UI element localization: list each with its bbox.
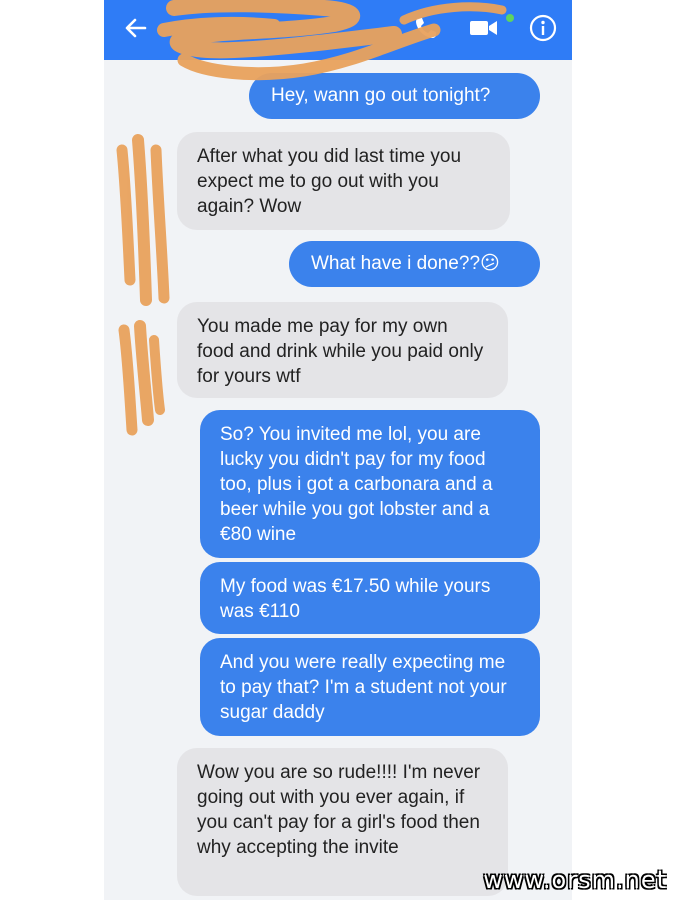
message-outgoing: My food was €17.50 while yours was €110 xyxy=(200,562,540,634)
message-outgoing: And you were really expecting me to pay … xyxy=(200,638,540,736)
message-outgoing: Hey, wann go out tonight? xyxy=(249,73,540,119)
message-outgoing: So? You invited me lol, you are lucky yo… xyxy=(200,410,540,558)
phone-icon xyxy=(416,18,436,38)
message-incoming: You made me pay for my own food and drin… xyxy=(177,302,508,398)
info-button[interactable] xyxy=(523,8,563,48)
message-outgoing: What have i done??😕 xyxy=(289,241,540,287)
message-incoming: Wow you are so rude!!!! I'm never going … xyxy=(177,748,508,896)
message-text: What have i done?? xyxy=(311,253,481,274)
message-incoming: After what you did last time you expect … xyxy=(177,132,510,230)
video-call-button[interactable] xyxy=(464,8,504,48)
watermark: www.orsm.net xyxy=(483,866,667,894)
confused-face-emoji: 😕 xyxy=(480,252,500,274)
chat-screen: Hey, wann go out tonight? After what you… xyxy=(104,0,572,900)
voice-call-button[interactable] xyxy=(406,8,446,48)
online-status-dot xyxy=(506,14,514,22)
arrow-left-icon xyxy=(125,18,147,38)
video-camera-icon xyxy=(470,21,497,35)
back-button[interactable] xyxy=(116,8,156,48)
chat-header xyxy=(104,0,572,60)
info-icon xyxy=(529,14,557,42)
